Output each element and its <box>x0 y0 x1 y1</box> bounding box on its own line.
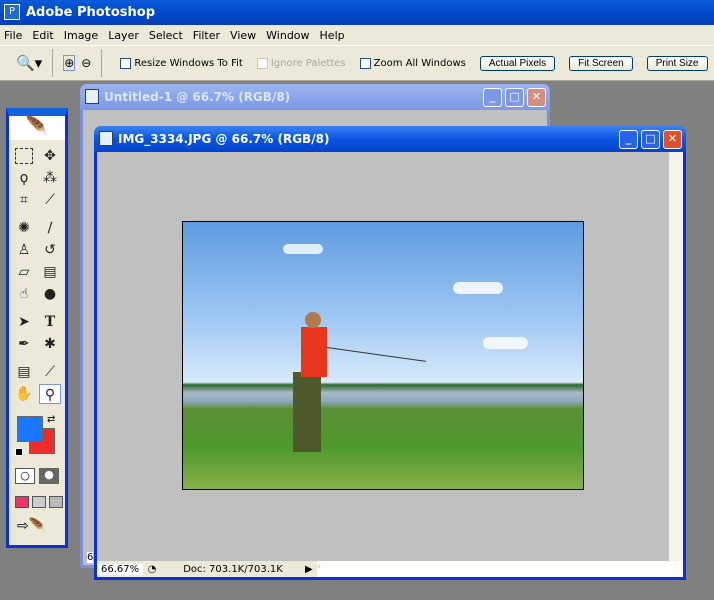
window-title: IMG_3334.JPG @ 66.7% (RGB/8) <box>118 132 330 146</box>
close-button[interactable]: ✕ <box>527 88 546 107</box>
zoom-all-windows-checkbox[interactable]: Zoom All Windows <box>359 57 466 69</box>
screen-mode-standard[interactable] <box>15 496 29 508</box>
custom-shape-tool[interactable]: ✱ <box>39 334 61 354</box>
notes-tool[interactable]: ▤ <box>13 362 35 382</box>
cloud <box>283 244 323 254</box>
marquee-tool[interactable] <box>15 148 33 164</box>
minimize-button[interactable]: _ <box>483 88 502 107</box>
app-title: Adobe Photoshop <box>26 5 156 20</box>
menu-bar: File Edit Image Layer Select Filter View Window… <box>0 25 714 45</box>
options-bar: 🔍▾ ⊕ ⊖ Resize Windows To Fit Ignore Pale… <box>0 45 714 81</box>
dodge-tool[interactable]: ● <box>39 284 61 304</box>
eyedropper-tool[interactable]: ⟋ <box>39 362 61 382</box>
pen-tool[interactable]: ✒ <box>13 334 35 354</box>
zoom-out-icon[interactable]: ⊖ <box>81 56 91 70</box>
window-title-bar[interactable]: Untitled-1 @ 66.7% (RGB/8) _ □ ✕ <box>80 84 550 110</box>
person-shirt <box>301 327 327 377</box>
default-colors-icon[interactable] <box>15 448 23 456</box>
type-tool[interactable]: T <box>39 312 61 332</box>
ignore-palettes-checkbox: Ignore Palettes <box>256 57 346 69</box>
menu-edit[interactable]: Edit <box>32 29 53 42</box>
status-bar: 66.67% ◔ Doc: 703.1K/703.1K ▶ ‹ <box>97 561 683 577</box>
document-icon <box>85 89 99 104</box>
zoom-tool[interactable]: ⚲ <box>39 384 61 404</box>
blur-tool[interactable]: ☝ <box>13 284 35 304</box>
menu-select[interactable]: Select <box>149 29 183 42</box>
fit-screen-button[interactable]: Fit Screen <box>569 55 633 71</box>
gradient-tool[interactable]: ▤ <box>39 262 61 282</box>
label: Resize Windows To Fit <box>134 57 243 69</box>
zoom-tool-preset-icon[interactable]: 🔍▾ <box>16 54 42 72</box>
slice-tool[interactable]: ⟋ <box>39 190 61 210</box>
status-icon[interactable]: ◔ <box>143 564 161 575</box>
jump-to-imageready-icon[interactable]: ⇨🪶 <box>17 518 46 534</box>
hand-tool[interactable]: ✋ <box>13 384 35 404</box>
label: Ignore Palettes <box>270 57 346 69</box>
maximize-button[interactable]: □ <box>505 88 524 107</box>
menu-window[interactable]: Window <box>266 29 309 42</box>
zoom-level[interactable]: 6 <box>87 552 94 563</box>
cloud <box>453 282 503 294</box>
screen-mode-full-menu[interactable] <box>32 496 46 508</box>
healing-brush-tool[interactable]: ✺ <box>13 218 35 238</box>
move-tool[interactable]: ✥ <box>39 146 61 166</box>
brush-tool[interactable]: ∕ <box>39 218 61 238</box>
menu-view[interactable]: View <box>230 29 256 42</box>
minimize-button[interactable]: _ <box>619 130 638 149</box>
standard-mode-button[interactable]: ○ <box>15 468 35 484</box>
clone-stamp-tool[interactable]: ♙ <box>13 240 35 260</box>
img-window[interactable]: IMG_3334.JPG @ 66.7% (RGB/8) _ □ ✕ 66.67% … <box>94 126 686 580</box>
fishing-rod <box>326 347 427 362</box>
menu-help[interactable]: Help <box>320 29 345 42</box>
window-title: Untitled-1 @ 66.7% (RGB/8) <box>104 90 291 104</box>
divider <box>101 49 103 77</box>
path-selection-tool[interactable]: ➤ <box>13 312 35 332</box>
app-title-bar: Adobe Photoshop <box>0 0 714 25</box>
doc-size: Doc: 703.1K/703.1K <box>183 563 283 575</box>
zoom-field[interactable]: 66.67% <box>97 563 143 575</box>
print-size-button[interactable]: Print Size <box>646 55 708 71</box>
resize-windows-checkbox[interactable]: Resize Windows To Fit <box>120 57 243 69</box>
feather-logo: 🪶 <box>9 116 65 140</box>
maximize-button[interactable]: □ <box>641 130 660 149</box>
history-brush-tool[interactable]: ↺ <box>39 240 61 260</box>
person-head <box>305 312 321 328</box>
close-button[interactable]: ✕ <box>663 130 682 149</box>
menu-file[interactable]: File <box>4 29 22 42</box>
menu-filter[interactable]: Filter <box>193 29 220 42</box>
menu-image[interactable]: Image <box>64 29 98 42</box>
lasso-tool[interactable]: ϙ <box>13 168 35 188</box>
vertical-scrollbar[interactable] <box>669 152 683 561</box>
label: Zoom All Windows <box>373 57 466 69</box>
foreground-color-swatch[interactable] <box>17 416 43 442</box>
person-legs <box>293 372 321 452</box>
actual-pixels-button[interactable]: Actual Pixels <box>479 55 556 71</box>
crop-tool[interactable]: ⌗ <box>13 190 35 210</box>
photoshop-icon: P <box>4 4 20 20</box>
toolbox: 🪶 ✥ ϙ ⁂ ⌗ ⟋ ✺ ∕ ♙ ↺ ▱ ▤ ☝ ● ➤ T ✒ ✱ ▤ ⟋ … <box>6 108 68 548</box>
cloud <box>483 337 528 349</box>
status-menu-arrow-icon[interactable]: ▶ <box>305 564 317 575</box>
document-icon <box>99 131 113 146</box>
zoom-in-icon[interactable]: ⊕ <box>63 55 76 71</box>
screen-mode-full[interactable] <box>49 496 63 508</box>
swap-colors-icon[interactable]: ⇄ <box>47 414 55 425</box>
menu-layer[interactable]: Layer <box>108 29 139 42</box>
magic-wand-tool[interactable]: ⁂ <box>39 168 61 188</box>
divider <box>52 49 54 77</box>
horizontal-scrollbar[interactable]: ‹ <box>317 561 683 577</box>
eraser-tool[interactable]: ▱ <box>13 262 35 282</box>
photo-canvas[interactable] <box>182 221 584 490</box>
quick-mask-button[interactable]: ● <box>39 468 59 484</box>
window-title-bar[interactable]: IMG_3334.JPG @ 66.7% (RGB/8) _ □ ✕ <box>94 126 686 152</box>
